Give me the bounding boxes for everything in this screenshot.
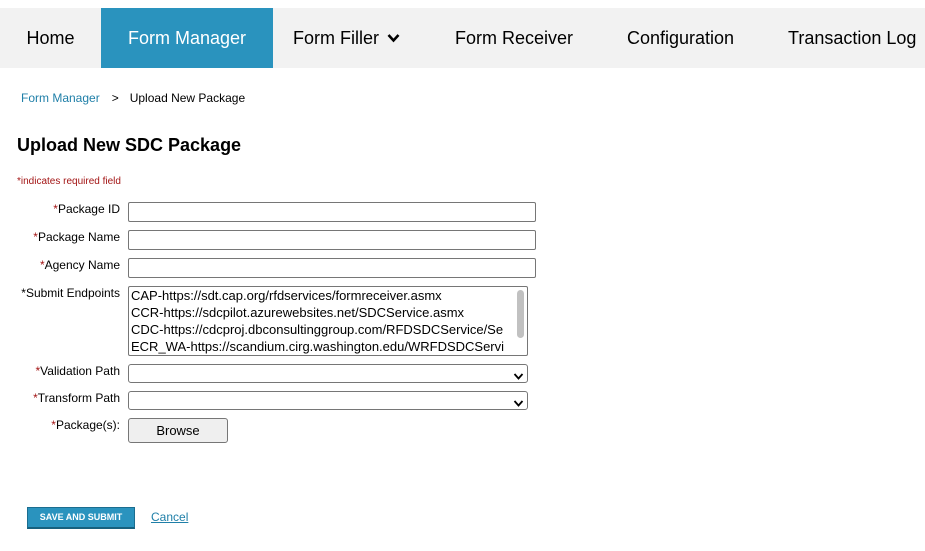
nav-home-label: Home [26, 28, 75, 48]
listbox-scrollbar[interactable] [517, 290, 524, 338]
cancel-link[interactable]: Cancel [151, 510, 188, 524]
submit-endpoints-listbox[interactable]: CAP-https://sdt.cap.org/rfdservices/form… [128, 286, 528, 356]
breadcrumb-current: Upload New Package [129, 91, 246, 105]
top-nav-bar: Home Form Manager Form Filler Form Recei… [0, 8, 925, 68]
breadcrumb-separator: > [111, 91, 119, 105]
endpoint-option[interactable]: CDC-https://cdcproj.dbconsultinggroup.co… [131, 321, 514, 338]
page-title: Upload New SDC Package [17, 135, 242, 155]
packages-label: *Package(s): [51, 418, 120, 432]
nav-home[interactable]: Home [0, 8, 101, 68]
agency-name-label: *Agency Name [39, 258, 120, 272]
save-and-submit-button[interactable]: SAVE AND SUBMIT [27, 507, 135, 529]
browse-button[interactable]: Browse [128, 418, 228, 443]
nav-configuration[interactable]: Configuration [627, 8, 734, 68]
endpoint-option[interactable]: CAP-https://sdt.cap.org/rfdservices/form… [131, 287, 514, 304]
nav-form-receiver-label: Form Receiver [455, 28, 574, 48]
agency-name-input[interactable] [128, 258, 536, 278]
package-id-label: *Package ID [53, 202, 120, 216]
package-name-input[interactable] [128, 230, 536, 250]
chevron-down-icon [513, 368, 524, 386]
package-name-label: *Package Name [33, 230, 120, 244]
nav-form-manager[interactable]: Form Manager [101, 8, 273, 68]
nav-transaction-log[interactable]: Transaction Log [788, 8, 916, 68]
submit-endpoints-label: *Submit Endpoints [21, 286, 120, 300]
nav-form-manager-label: Form Manager [127, 28, 247, 48]
chevron-down-icon [513, 395, 524, 413]
endpoint-option[interactable]: ECR_WA-https://scandium.cirg.washington.… [131, 338, 514, 355]
transform-path-label: *Transform Path [33, 391, 120, 405]
endpoint-option[interactable]: CCR-https://sdcpilot.azurewebsites.net/S… [131, 304, 514, 321]
nav-form-filler-label: Form Filler [293, 28, 379, 48]
breadcrumb: Form Manager > Upload New Package [21, 91, 245, 105]
validation-path-label: *Validation Path [35, 364, 120, 378]
nav-configuration-label: Configuration [627, 28, 735, 48]
validation-path-select[interactable] [128, 364, 528, 383]
package-id-input[interactable] [128, 202, 536, 222]
breadcrumb-link-form-manager[interactable]: Form Manager [21, 91, 100, 105]
nav-form-receiver[interactable]: Form Receiver [455, 8, 573, 68]
nav-transaction-log-label: Transaction Log [788, 28, 917, 48]
required-field-note: *indicates required field [17, 176, 121, 187]
nav-form-filler[interactable]: Form Filler [293, 8, 400, 68]
transform-path-select[interactable] [128, 391, 528, 410]
chevron-down-icon [387, 7, 400, 67]
